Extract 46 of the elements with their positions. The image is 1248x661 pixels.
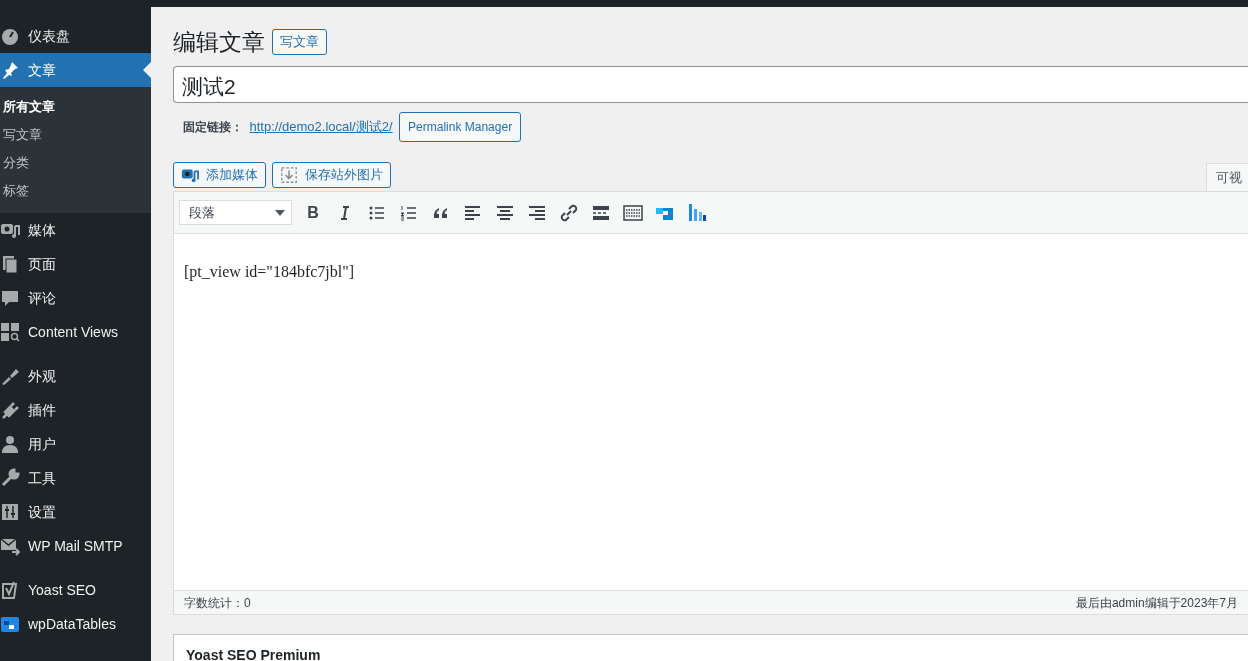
bar-chart-icon[interactable] xyxy=(686,201,708,224)
submenu-item[interactable]: 所有文章 xyxy=(0,93,151,121)
sidebar-menu-item[interactable]: WP Mail SMTP xyxy=(0,529,151,563)
permalink-manager-button[interactable]: Permalink Manager xyxy=(399,112,522,142)
sidebar-menu-item[interactable]: 插件 xyxy=(0,393,151,427)
plug-icon xyxy=(0,400,20,420)
submenu-item[interactable]: 分类 xyxy=(0,149,151,177)
sidebar-menu-item[interactable]: Content Views xyxy=(0,315,151,349)
download-icon xyxy=(280,166,298,184)
permalink-link[interactable]: http://demo2.local/测试2/ xyxy=(249,117,393,137)
sidebar-menu-item[interactable]: 用户 xyxy=(0,427,151,461)
last-edited-text: 最后由admin编辑于2023年7月 xyxy=(1075,594,1238,612)
add-new-button[interactable]: 写文章 xyxy=(271,29,327,56)
title-field[interactable]: 测试2 xyxy=(173,66,1248,103)
grid-icon xyxy=(0,322,20,342)
tables-icon xyxy=(0,614,20,634)
pin-icon xyxy=(0,60,20,80)
media-button[interactable]: 添加媒体 xyxy=(173,162,266,188)
metabox-title: Yoast SEO Premium xyxy=(186,647,321,661)
sidebar-menu-item[interactable]: 仪表盘 xyxy=(0,19,151,53)
sidebar-menu-item[interactable]: wpDataTables xyxy=(0,607,151,641)
sidebar-menu-item[interactable]: 页面 xyxy=(0,247,151,281)
caret-icon xyxy=(275,209,285,216)
submenu-item[interactable]: 写文章 xyxy=(0,121,151,149)
page-title: 编辑文章 xyxy=(173,28,265,57)
sidebar-menu-item[interactable]: 工具 xyxy=(0,461,151,495)
comment-bubble-icon xyxy=(0,288,20,308)
sidebar-menu-item[interactable]: 媒体 xyxy=(0,213,151,247)
media-button[interactable]: 保存站外图片 xyxy=(272,162,391,188)
brush-icon xyxy=(0,366,20,386)
permalink-label: 固定链接： xyxy=(183,119,243,136)
bold-button[interactable]: B xyxy=(302,201,324,224)
sidebar-menu-item[interactable]: Yoast SEO xyxy=(0,573,151,607)
wrench-icon xyxy=(0,468,20,488)
word-count: 字数统计：0 xyxy=(184,594,251,612)
sidebar-menu-item[interactable]: 外观 xyxy=(0,359,151,393)
submenu-item[interactable]: 标签 xyxy=(0,177,151,205)
yoast-icon xyxy=(0,580,20,600)
user-icon xyxy=(0,434,20,454)
sidebar-menu-item[interactable]: 评论 xyxy=(0,281,151,315)
format-value: 段落 xyxy=(189,204,215,222)
editor-text: [pt_view id="184bfc7jbl"] xyxy=(184,263,355,281)
format-dropdown[interactable]: 段落 xyxy=(179,200,292,226)
sidebar-menu-item[interactable]: 设置 xyxy=(0,495,151,529)
sidebar-menu-item[interactable]: 文章 xyxy=(0,53,151,87)
editor-tab[interactable]: 可视 xyxy=(1206,162,1248,192)
